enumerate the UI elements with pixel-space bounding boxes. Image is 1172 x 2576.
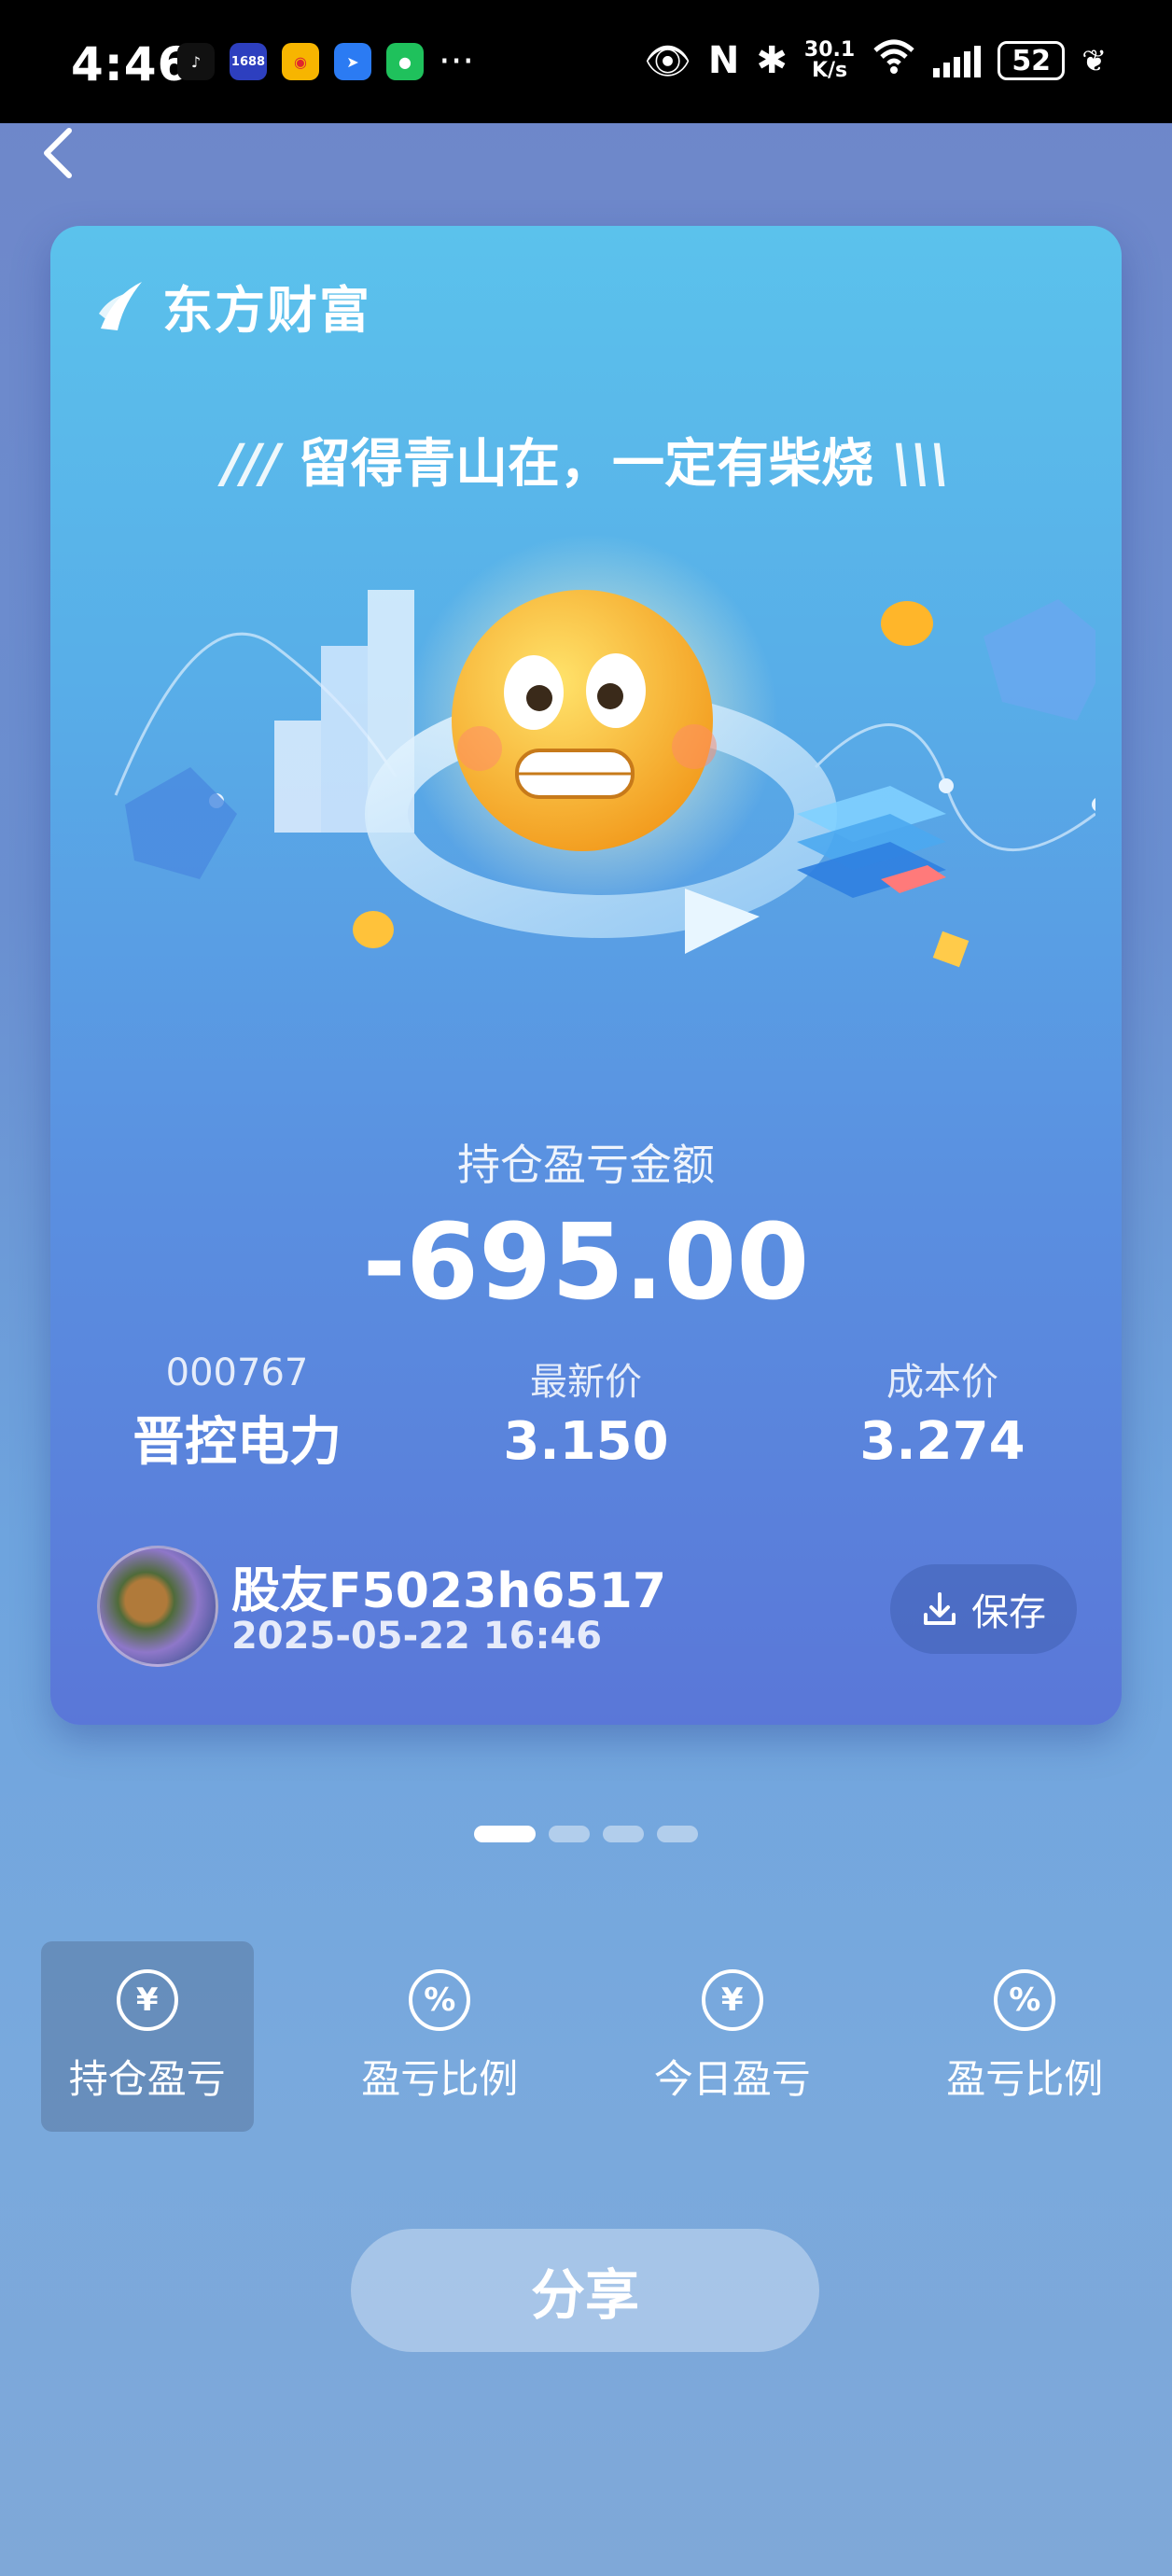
cube-left	[125, 767, 237, 879]
more-notifications-icon: ···	[439, 40, 475, 83]
signal-icon	[933, 44, 982, 77]
brand-logo-icon	[99, 281, 142, 330]
download-icon	[924, 1592, 956, 1625]
feishu-icon: ➤	[334, 43, 371, 80]
user-name: 股友F5023h6517	[231, 1563, 666, 1619]
wechat-icon: ●	[386, 43, 424, 80]
slogan-text: 留得青山在，一定有柴烧	[299, 434, 873, 495]
pager-dot[interactable]	[603, 1826, 644, 1842]
battery-icon: 52	[998, 41, 1066, 80]
latest-price: 最新价 3.150	[465, 1351, 707, 1472]
nfc-icon: N	[707, 39, 740, 82]
system-icons: 👁 N ✱ 30.1 K/s 52 ❦	[644, 37, 1107, 84]
emoji-pupil	[597, 683, 623, 709]
save-button[interactable]: 保存	[890, 1564, 1077, 1654]
avatar	[97, 1546, 218, 1667]
hero-illustration	[114, 534, 1095, 968]
weibo-icon: ◉	[282, 43, 319, 80]
option-label: 盈亏比例	[361, 2055, 519, 2102]
worried-emoji-icon	[452, 590, 713, 851]
tiktok-icon: ♪	[177, 43, 215, 80]
option-label: 盈亏比例	[946, 2055, 1104, 2102]
pnl-label: 持仓盈亏金额	[457, 1140, 715, 1190]
coin-icon	[932, 931, 970, 968]
pager-dot[interactable]	[549, 1826, 590, 1842]
status-time: 4:46	[71, 37, 191, 91]
eye-icon: 👁	[644, 39, 691, 83]
yen-icon: ¥	[701, 1968, 763, 2031]
wifi-icon	[872, 37, 916, 84]
option-pnl-ratio[interactable]: % 盈亏比例	[334, 1941, 547, 2132]
latest-price-label: 最新价	[530, 1361, 642, 1404]
trend-dot	[939, 778, 954, 793]
option-today-pnl[interactable]: ¥ 今日盈亏	[626, 1941, 839, 2132]
template-options: ¥ 持仓盈亏 % 盈亏比例 ¥ 今日盈亏 % 盈亏比例	[41, 1941, 1131, 2132]
bar-glass	[321, 646, 368, 833]
emoji-blush	[672, 724, 717, 769]
brand: 东方财富	[95, 269, 371, 343]
notification-icons: ♪ 1688 ◉ ➤ ● ···	[177, 43, 474, 80]
status-bar: 4:46 ♪ 1688 ◉ ➤ ● ··· 👁 N ✱ 30.1 K/s 52 …	[0, 0, 1172, 123]
slogan: /// 留得青山在，一定有柴烧 \\\	[50, 422, 1122, 497]
percent-icon: %	[994, 1968, 1056, 2031]
yen-icon: ¥	[116, 1968, 178, 2031]
coin-icon	[353, 911, 394, 948]
card-pager	[0, 1826, 1172, 1842]
back-button[interactable]	[35, 123, 91, 179]
slogan-slash-right-icon: \\\	[892, 434, 950, 495]
option-holding-pnl[interactable]: ¥ 持仓盈亏	[41, 1941, 254, 2132]
brand-name: 东方财富	[162, 281, 371, 340]
leaf-icon: ❦	[1081, 43, 1107, 78]
timestamp: 2025-05-22 16:46	[231, 1615, 603, 1658]
option-label: 持仓盈亏	[68, 2055, 226, 2102]
percent-icon: %	[409, 1968, 471, 2031]
stock-name: 晋控电力	[133, 1412, 342, 1473]
emoji-pupil	[526, 685, 552, 711]
cost-price-value: 3.274	[859, 1411, 1026, 1472]
latest-price-value: 3.150	[503, 1411, 669, 1472]
cube-right	[984, 599, 1095, 721]
emoji-blush	[457, 726, 502, 771]
stock-info: 000767 晋控电力	[116, 1351, 358, 1476]
bluetooth-icon: ✱	[756, 39, 788, 82]
pager-dot-active[interactable]	[474, 1826, 536, 1842]
chevron-left-icon	[44, 128, 72, 178]
share-button[interactable]: 分享	[351, 2229, 819, 2352]
option-pnl-ratio-2[interactable]: % 盈亏比例	[919, 1941, 1132, 2132]
net-speed: 30.1 K/s	[804, 40, 855, 81]
pnl-value: -695.00	[362, 1202, 810, 1323]
net-speed-value: 30.1	[803, 38, 856, 62]
1688-icon: 1688	[230, 43, 267, 80]
net-speed-unit: K/s	[811, 59, 848, 82]
cost-price-label: 成本价	[886, 1361, 998, 1404]
save-label: 保存	[971, 1591, 1046, 1634]
stock-code: 000767	[165, 1351, 309, 1394]
share-card: 东方财富 /// 留得青山在，一定有柴烧 \\\ 持仓盈亏金额 -695.00 0…	[50, 226, 1122, 1725]
option-label: 今日盈亏	[653, 2055, 811, 2102]
trend-dot	[1092, 798, 1095, 811]
pager-dot[interactable]	[657, 1826, 698, 1842]
cost-price: 成本价 3.274	[821, 1351, 1064, 1472]
bar-glass	[274, 721, 321, 833]
coin-icon	[881, 601, 933, 646]
slogan-slash-left-icon: ///	[222, 434, 280, 495]
